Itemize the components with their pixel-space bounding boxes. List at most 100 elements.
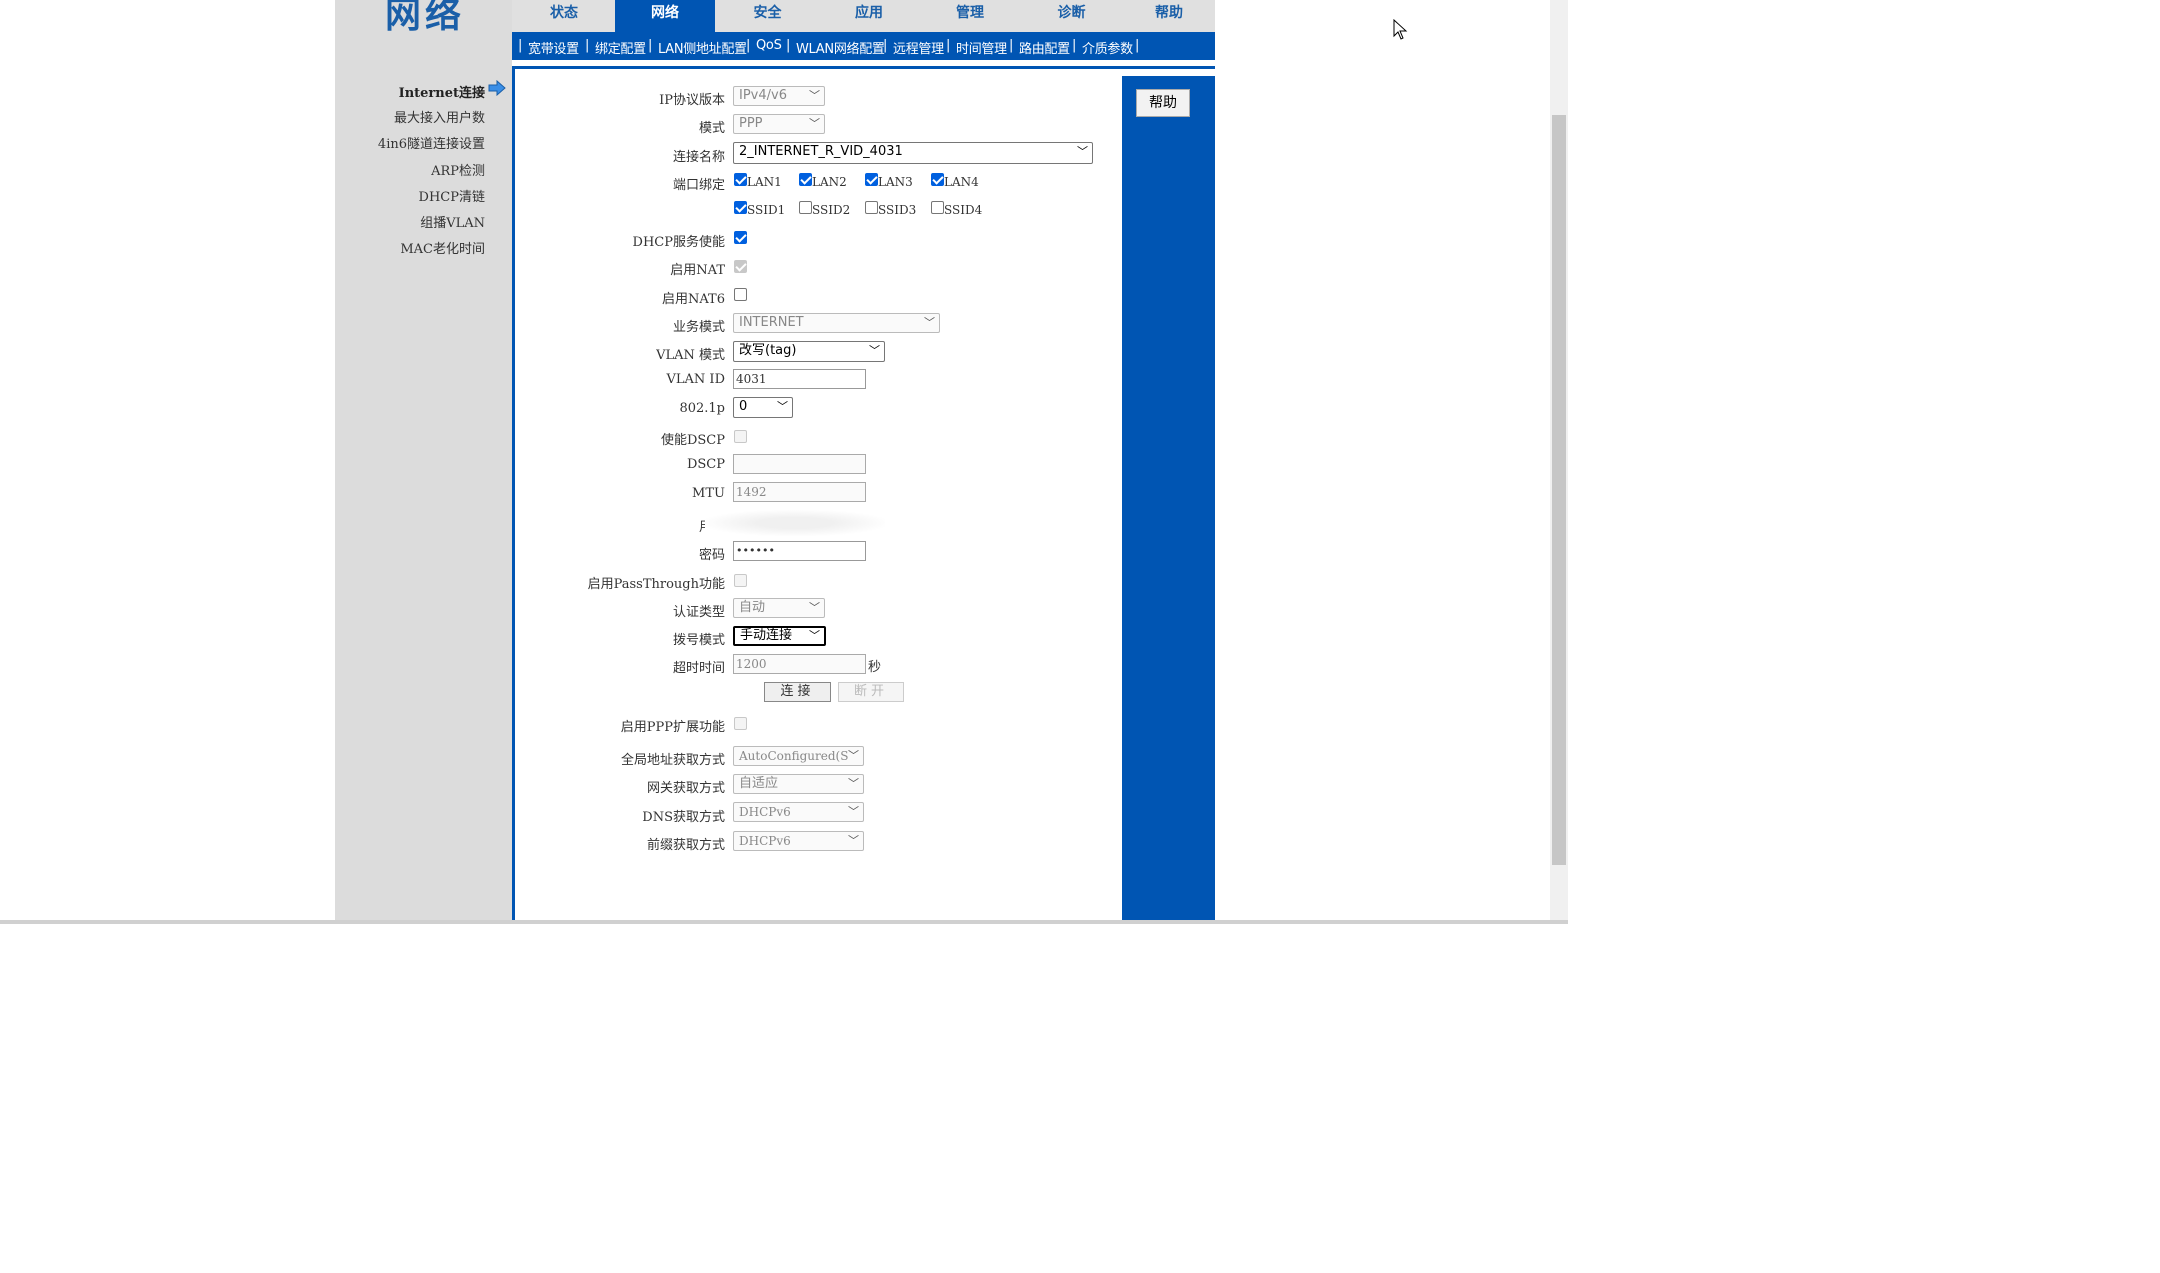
nat-checkbox[interactable] [734,260,747,273]
page-logo-title: 网络 [385,0,466,36]
subnav-media[interactable]: 介质参数 [1082,38,1133,57]
subnav-qos[interactable]: QoS [756,38,782,53]
mouse-cursor-icon [1393,19,1408,40]
lan2-label: LAN2 [812,175,847,189]
gateway-select[interactable]: 自适应 ﹀ [733,774,864,794]
tab-network[interactable]: 网络 [615,0,715,32]
vlan-mode-select[interactable]: 改写(tag) ﹀ [733,341,885,362]
subnav-wlan[interactable]: WLAN网络配置 [796,38,885,57]
left-menu-dhcp-clear[interactable]: DHCP清链 [419,186,485,205]
tab-status[interactable]: 状态 [514,0,614,32]
left-menu-mac-aging[interactable]: MAC老化时间 [400,238,485,257]
left-menu-internet[interactable]: Internet连接 [399,82,485,101]
lan4-checkbox[interactable] [931,173,944,186]
chevron-down-icon: ﹀ [809,117,820,130]
dns-label: DNS获取方式 [642,810,725,825]
username-input-redacted[interactable] [705,510,885,536]
lan1-label: LAN1 [747,175,782,189]
dscp-enable-checkbox[interactable] [734,430,747,443]
arrow-right-icon [488,80,506,96]
ppp-ext-label: 启用PPP扩展功能 [620,720,725,735]
conn-name-select[interactable]: 2_INTERNET_R_VID_4031 ﹀ [733,142,1093,164]
chevron-down-icon: ﹀ [848,834,859,847]
left-menu-multicast-vlan[interactable]: 组播VLAN [420,212,485,231]
horizontal-scrollbar[interactable] [0,920,1568,924]
ssid2-checkbox[interactable] [799,201,812,214]
subnav-remote[interactable]: 远程管理 [893,38,944,57]
prefix-label: 前缀获取方式 [646,838,725,853]
subnav-routing[interactable]: 路由配置 [1019,38,1070,57]
dhcp-checkbox[interactable] [734,231,747,244]
passthrough-checkbox[interactable] [734,574,747,587]
tab-management[interactable]: 管理 [920,0,1020,32]
subnav-separator: | [648,38,653,53]
lan3-checkbox[interactable] [865,173,878,186]
disconnect-button[interactable]: 断开 [838,682,904,702]
mtu-input[interactable]: 1492 [733,482,866,502]
ssid4-label: SSID4 [944,203,983,217]
dscp-enable-label: 使能DSCP [660,433,725,448]
subnav-separator: | [1072,38,1077,53]
help-panel [1122,76,1215,924]
port-bind-label: 端口绑定 [672,178,725,193]
dns-select[interactable]: DHCPv6 ﹀ [733,802,864,822]
tab-application[interactable]: 应用 [819,0,919,32]
chevron-down-icon: ﹀ [809,601,820,614]
lan2-checkbox[interactable] [799,173,812,186]
help-button[interactable]: 帮助 [1136,89,1190,117]
nat6-checkbox[interactable] [734,288,747,301]
vlan-id-input[interactable]: 4031 [733,369,866,389]
dial-mode-select[interactable]: 手动连接 ﹀ [733,626,826,646]
subnav-lan-address[interactable]: LAN侧地址配置 [658,38,747,57]
tab-diagnostics[interactable]: 诊断 [1021,0,1122,32]
chevron-down-icon: ﹀ [809,89,820,102]
timeout-unit: 秒 [868,660,882,675]
password-input[interactable]: •••••• [733,541,866,561]
connect-button[interactable]: 连接 [764,682,831,702]
subnav-binding[interactable]: 绑定配置 [595,38,646,57]
timeout-label: 超时时间 [672,661,725,676]
nat-label: 启用NAT [670,263,725,278]
left-menu-max-users[interactable]: 最大接入用户数 [394,107,485,126]
dial-label: 拨号模式 [672,633,725,648]
ppp-ext-checkbox[interactable] [734,717,747,730]
ssid4-checkbox[interactable] [931,201,944,214]
left-menu-arp[interactable]: ARP检测 [431,160,485,179]
tab-help[interactable]: 帮助 [1123,0,1215,32]
ssid2-label: SSID2 [812,203,851,217]
auth-select[interactable]: 自动 ﹀ [733,598,825,618]
subnav-separator: | [746,38,751,53]
chevron-down-icon: ﹀ [848,805,859,818]
subnav-broadband[interactable]: 宽带设置 [528,38,579,57]
lan4-label: LAN4 [944,175,979,189]
p8021-select[interactable]: 0 ﹀ [733,397,793,418]
service-select[interactable]: INTERNET ﹀ [733,313,940,333]
prefix-select[interactable]: DHCPv6 ﹀ [733,831,864,851]
left-menu-4in6[interactable]: 4in6隧道连接设置 [378,133,485,152]
timeout-input[interactable]: 1200 [733,654,866,674]
dscp-input[interactable] [733,454,866,474]
mtu-label: MTU [692,486,725,501]
ip-version-label: IP协议版本 [659,93,725,108]
passthrough-label: 启用PassThrough功能 [587,577,725,592]
conn-name-label: 连接名称 [672,150,725,165]
subnav-separator: | [1009,38,1014,53]
lan1-checkbox[interactable] [734,173,747,186]
dscp-label: DSCP [686,457,725,472]
chevron-down-icon: ﹀ [848,747,859,765]
chevron-down-icon: ﹀ [1077,145,1088,158]
ssid1-checkbox[interactable] [734,201,747,214]
tab-security[interactable]: 安全 [717,0,818,32]
subnav-separator: | [1135,38,1140,53]
subnav-separator: | [883,38,888,53]
ip-version-select[interactable]: IPv4/v6 ﹀ [733,86,825,106]
chevron-down-icon: ﹀ [924,316,935,329]
subnav-time[interactable]: 时间管理 [956,38,1007,57]
ssid1-label: SSID1 [747,203,786,217]
vlan-id-label: VLAN ID [666,372,725,387]
ssid3-checkbox[interactable] [865,201,878,214]
global-addr-select[interactable]: AutoConfigured(S ﹀ [733,746,864,766]
mode-select[interactable]: PPP ﹀ [733,114,825,134]
scrollbar-thumb[interactable] [1552,115,1566,865]
service-label: 业务模式 [672,320,725,335]
